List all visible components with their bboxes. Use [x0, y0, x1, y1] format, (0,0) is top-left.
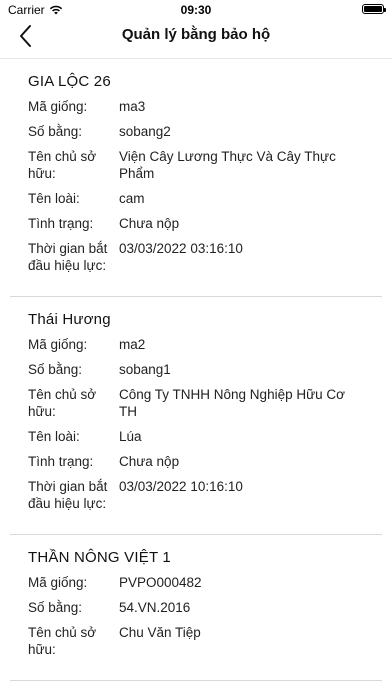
field-label: Số bằng: [28, 124, 83, 139]
field-label: Tên chủ sở hữu: [28, 149, 97, 181]
field-row-thoi-gian: Thời gian bắt đầu hiệu lực: 03/03/2022 03… [28, 240, 364, 274]
field-label: Mã giống: [28, 99, 88, 114]
card-title: THẦN NÔNG VIỆT 1 [28, 549, 171, 566]
status-bar: Carrier 09:30 [0, 0, 392, 20]
field-label: Tên chủ sở hữu: [28, 387, 97, 419]
field-label: Tên chủ sở hữu: [28, 625, 97, 657]
field-row-so-bang: Số bằng: sobang1 [28, 361, 364, 378]
field-value: PVPO000482 [119, 575, 202, 590]
field-label: Tình trạng: [28, 454, 94, 469]
field-row-tinh-trang: Tình trạng: Chưa nộp [28, 453, 364, 470]
battery-icon [362, 4, 386, 14]
field-label: Thời gian bắt đầu hiệu lực: [28, 241, 108, 273]
certificate-list: GIA LỘC 26 Mã giống: ma3 Số bằng: sobang2 Tên… [0, 59, 392, 681]
page-title: Quản lý bằng bảo hộ [121, 26, 271, 43]
field-value: cam [119, 191, 145, 206]
field-row-thoi-gian: Thời gian bắt đầu hiệu lực: 03/03/2022 10… [28, 478, 364, 512]
certificate-card[interactable]: THẦN NÔNG VIỆT 1 Mã giống: PVPO000482 Số bằ… [10, 535, 382, 681]
field-label: Tên loài: [28, 429, 80, 444]
field-row-tinh-trang: Tình trạng: Chưa nộp [28, 215, 364, 232]
field-label: Tên loài: [28, 191, 80, 206]
field-value: sobang2 [119, 124, 171, 139]
field-label: Thời gian bắt đầu hiệu lực: [28, 479, 108, 511]
field-value: 54.VN.2016 [119, 600, 191, 615]
certificate-card[interactable]: GIA LỘC 26 Mã giống: ma3 Số bằng: sobang2 Tên… [10, 59, 382, 297]
field-value: 03/03/2022 03:16:10 [119, 241, 243, 256]
card-title: Thái Hương [28, 311, 111, 328]
field-row-ten-chu: Tên chủ sở hữu: Chu Văn Tiệp [28, 624, 364, 658]
field-label: Tình trạng: [28, 216, 94, 231]
certificate-card[interactable]: Thái Hương Mã giống: ma2 Số bằng: sobang1 Tên… [10, 297, 382, 535]
card-title: GIA LỘC 26 [28, 73, 111, 90]
status-time: 09:30 [180, 3, 212, 17]
field-row-ma-giong: Mã giống: ma2 [28, 336, 364, 353]
field-value: 03/03/2022 10:16:10 [119, 479, 243, 494]
field-row-ten-loai: Tên loài: cam [28, 190, 364, 207]
field-value: Chưa nộp [119, 454, 180, 469]
field-label: Mã giống: [28, 575, 88, 590]
field-row-ma-giong: Mã giống: ma3 [28, 98, 364, 115]
field-label: Số bằng: [28, 362, 83, 377]
field-label: Mã giống: [28, 337, 88, 352]
field-value: Lúa [119, 429, 142, 444]
field-row-so-bang: Số bằng: sobang2 [28, 123, 364, 140]
nav-bar: Quản lý bằng bảo hộ [0, 20, 392, 59]
field-row-ten-loai: Tên loài: Lúa [28, 428, 364, 445]
field-value: ma3 [119, 99, 146, 114]
field-value: Chưa nộp [119, 216, 180, 231]
field-row-so-bang: Số bằng: 54.VN.2016 [28, 599, 364, 616]
field-value: ma2 [119, 337, 146, 352]
field-row-ma-giong: Mã giống: PVPO000482 [28, 574, 364, 591]
field-value: sobang1 [119, 362, 171, 377]
field-value: Viện Cây Lương Thực Và Cây Thực Phẩm [119, 149, 336, 181]
field-label: Số bằng: [28, 600, 83, 615]
field-value: Công Ty TNHH Nông Nghiệp Hữu Cơ TH [119, 387, 345, 419]
field-row-ten-chu: Tên chủ sở hữu: Viện Cây Lương Thực Và Câ… [28, 148, 364, 182]
field-row-ten-chu: Tên chủ sở hữu: Công Ty TNHH Nông Nghiệp … [28, 386, 364, 420]
field-value: Chu Văn Tiệp [119, 625, 201, 640]
